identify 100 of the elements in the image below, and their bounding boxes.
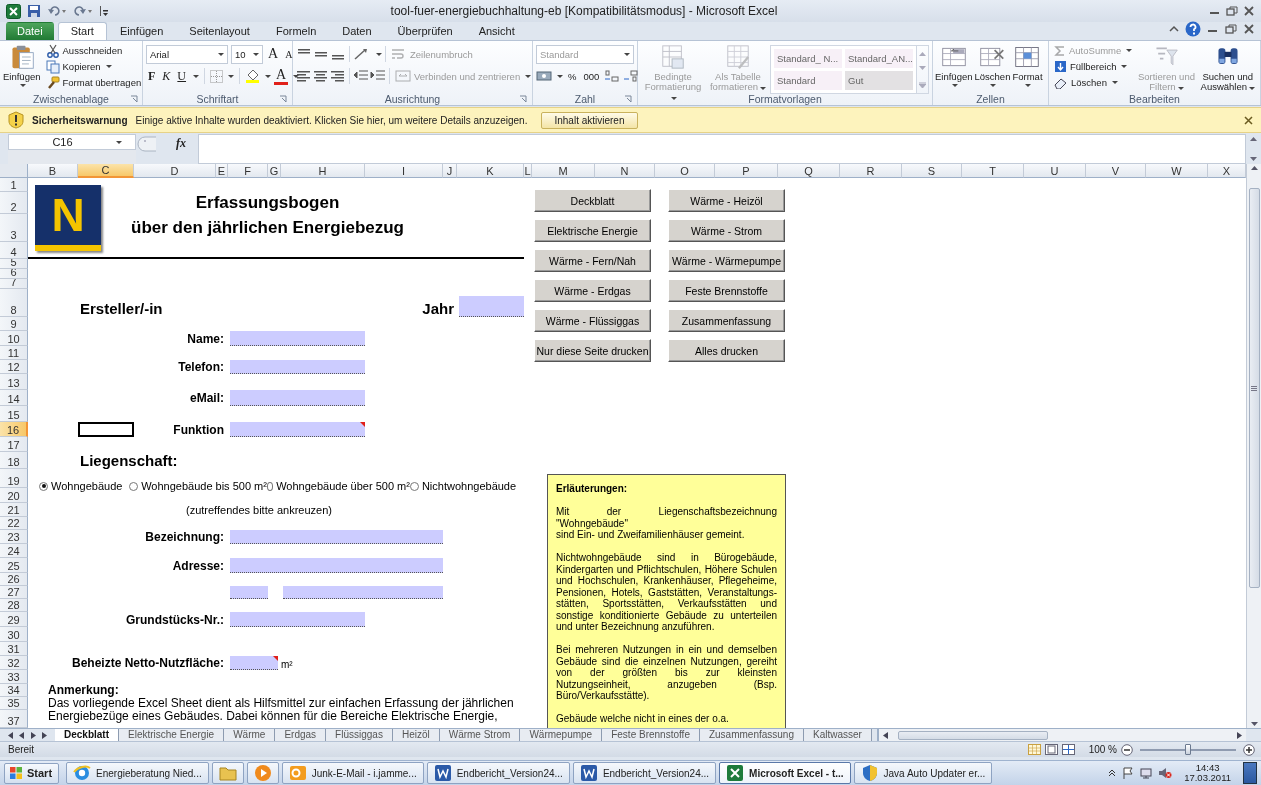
sheet-tab[interactable]: Wärme: [224, 729, 276, 741]
column-header[interactable]: E: [216, 164, 228, 178]
taskbar-button[interactable]: Endbericht_Version24...: [572, 762, 717, 784]
find-select-button[interactable]: Suchen und Auswählen: [1198, 43, 1257, 93]
dialog-launcher-icon[interactable]: [130, 94, 138, 103]
dialog-launcher-icon[interactable]: [519, 94, 527, 103]
insert-cells-button[interactable]: Einfügen: [934, 43, 974, 88]
row-header[interactable]: 33: [0, 670, 28, 684]
input-field[interactable]: [230, 558, 443, 573]
sheet-button[interactable]: Zusammenfassung: [668, 309, 785, 332]
row-header[interactable]: 25: [0, 558, 28, 573]
last-sheet-icon[interactable]: [42, 731, 49, 739]
row-header[interactable]: 16: [0, 422, 28, 437]
excel-icon[interactable]: [6, 3, 21, 19]
row-header[interactable]: 15: [0, 406, 28, 422]
dialog-launcher-icon[interactable]: [624, 94, 632, 103]
column-header[interactable]: C: [78, 164, 134, 178]
radio-button[interactable]: [129, 481, 139, 491]
row-header[interactable]: 14: [0, 390, 28, 406]
zoom-slider-thumb[interactable]: [1185, 743, 1191, 755]
formula-field[interactable]: [198, 134, 1246, 164]
fill-color-icon[interactable]: [245, 69, 261, 83]
input-field[interactable]: [230, 422, 365, 437]
undo-icon[interactable]: [47, 5, 67, 17]
scroll-down-icon[interactable]: [1250, 722, 1258, 726]
start-button[interactable]: Start: [4, 762, 60, 784]
previous-sheet-icon[interactable]: [18, 731, 25, 739]
column-header[interactable]: W: [1146, 164, 1208, 178]
column-header[interactable]: H: [281, 164, 365, 178]
enable-content-button[interactable]: Inhalt aktivieren: [541, 111, 638, 129]
sheet-button[interactable]: Wärme - Fern/Nah: [534, 249, 651, 272]
network-icon[interactable]: [1140, 767, 1153, 779]
radio-button[interactable]: [409, 481, 419, 491]
row-header[interactable]: 11: [0, 346, 28, 360]
format-painter-button[interactable]: Format übertragen: [43, 75, 144, 90]
volume-muted-icon[interactable]: [1158, 767, 1173, 779]
sheet-tab[interactable]: Flüssiggas: [326, 729, 393, 741]
column-header[interactable]: B: [28, 164, 78, 178]
zoom-level[interactable]: 100 %: [1088, 744, 1117, 755]
copy-button[interactable]: Kopieren: [43, 59, 144, 74]
sheet-tab[interactable]: Kaltwasser: [804, 729, 872, 741]
zoom-in-icon[interactable]: [1243, 743, 1255, 756]
selected-cell[interactable]: [78, 422, 134, 437]
scroll-left-icon[interactable]: [881, 731, 889, 739]
row-header[interactable]: 28: [0, 599, 28, 612]
ribbon-tab[interactable]: Start: [57, 22, 107, 40]
row-header[interactable]: 30: [0, 627, 28, 642]
row-header[interactable]: 19: [0, 469, 28, 488]
sheet-tab[interactable]: Feste Brennstoffe: [602, 729, 700, 741]
row-header[interactable]: 1: [0, 178, 28, 192]
cell-style[interactable]: Gut: [845, 71, 913, 90]
sheet-button[interactable]: Elektrische Energie: [534, 219, 651, 242]
input-field[interactable]: [230, 656, 278, 670]
sheet-tab[interactable]: Erdgas: [275, 729, 327, 741]
decrease-decimal-icon[interactable]: [623, 69, 640, 83]
taskbar-button[interactable]: Endbericht_Version24...: [426, 762, 570, 784]
italic-button[interactable]: K: [160, 67, 173, 85]
input-field[interactable]: [230, 390, 365, 406]
column-header[interactable]: K: [457, 164, 524, 178]
flag-icon[interactable]: [1122, 767, 1135, 779]
font-name-field[interactable]: Arial: [146, 44, 228, 64]
align-right-icon[interactable]: [330, 69, 346, 83]
next-sheet-icon[interactable]: [30, 731, 37, 739]
ribbon-tab[interactable]: Formeln: [262, 22, 330, 40]
insert-function-button[interactable]: fx: [176, 136, 186, 151]
row-header[interactable]: 31: [0, 642, 28, 656]
column-header[interactable]: M: [532, 164, 595, 178]
column-header[interactable]: O: [655, 164, 715, 178]
cell-style[interactable]: Standard_ N...: [774, 49, 842, 68]
column-header[interactable]: T: [962, 164, 1024, 178]
align-left-icon[interactable]: [296, 69, 312, 83]
clear-button[interactable]: Löschen: [1052, 75, 1135, 90]
redo-icon[interactable]: [73, 5, 93, 17]
row-header[interactable]: 13: [0, 374, 28, 390]
ribbon-tab[interactable]: Datei: [6, 22, 54, 40]
row-header[interactable]: 27: [0, 586, 28, 599]
shrink-font-button[interactable]: A: [283, 45, 295, 63]
sheet-button[interactable]: Feste Brennstoffe: [668, 279, 785, 302]
row-header[interactable]: 5: [0, 259, 28, 269]
input-field[interactable]: [283, 586, 443, 599]
resize-handle-icon[interactable]: [136, 136, 156, 152]
row-header[interactable]: 23: [0, 530, 28, 544]
taskbar-button[interactable]: [246, 762, 279, 784]
scroll-down-icon[interactable]: [1250, 157, 1257, 161]
column-header[interactable]: Q: [778, 164, 840, 178]
sheet-tab[interactable]: Heizöl: [392, 729, 440, 741]
scroll-right-icon[interactable]: [1236, 731, 1243, 739]
bold-button[interactable]: F: [146, 67, 158, 85]
row-header[interactable]: 7: [0, 279, 28, 289]
year-field[interactable]: [459, 296, 524, 317]
row-header[interactable]: 34: [0, 684, 28, 697]
ribbon-tab[interactable]: Ansicht: [465, 22, 528, 40]
cell-style[interactable]: Standard: [774, 71, 842, 90]
sheet-tab[interactable]: Elektrische Energie: [119, 729, 225, 741]
column-header[interactable]: R: [840, 164, 902, 178]
scroll-up-icon[interactable]: [1250, 166, 1258, 170]
help-icon[interactable]: [1185, 21, 1201, 37]
underline-button[interactable]: U: [175, 67, 189, 85]
taskbar-button[interactable]: Microsoft Excel - t...: [719, 762, 851, 784]
row-header[interactable]: 6: [0, 269, 28, 279]
